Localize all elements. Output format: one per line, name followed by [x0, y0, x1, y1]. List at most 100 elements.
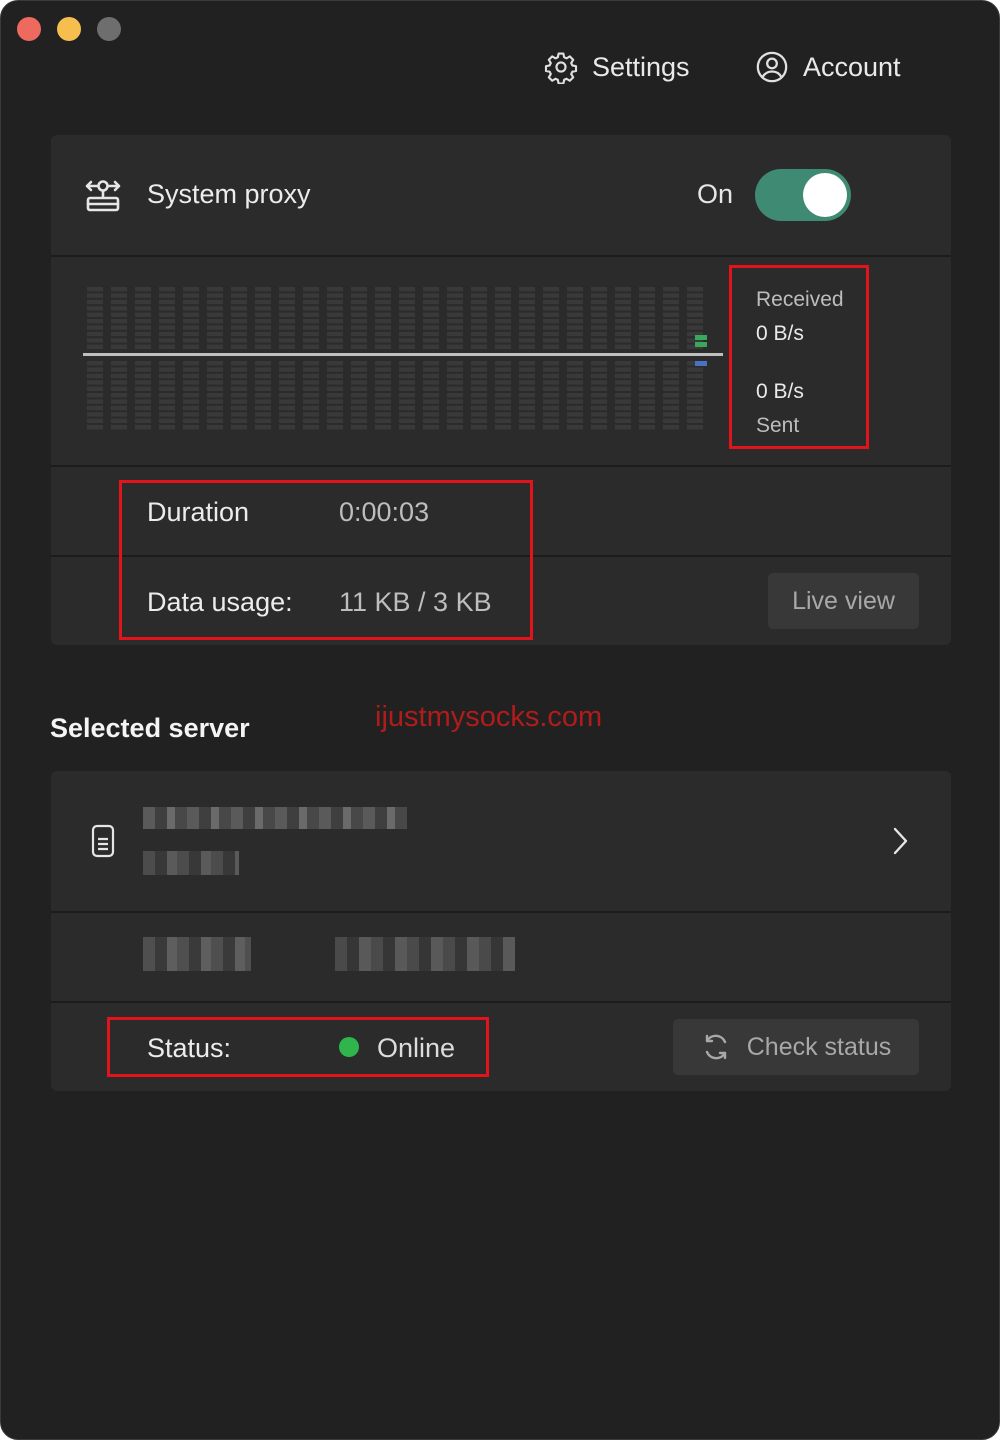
meter-cell — [447, 393, 463, 398]
meter-cell — [591, 425, 607, 430]
meter-cell — [615, 319, 631, 324]
meter-cell — [399, 312, 415, 317]
meter-cell — [615, 338, 631, 343]
meter-cell — [423, 325, 439, 330]
meter-cell — [183, 373, 199, 379]
meter-cell — [567, 361, 583, 366]
meter-cell — [519, 393, 535, 398]
meter-cell — [591, 393, 607, 398]
meter-cell — [663, 425, 679, 430]
proxy-state-label: On — [697, 179, 734, 209]
meter-activity-cell — [695, 361, 707, 366]
meter-cell — [87, 312, 103, 317]
meter-cell — [447, 380, 463, 385]
meter-cell — [279, 399, 295, 404]
meter-cell — [639, 361, 655, 366]
meter-cell — [255, 338, 271, 343]
meter-cell — [639, 293, 655, 298]
meter-cell — [567, 312, 583, 317]
meter-cell — [279, 287, 295, 292]
meter-cell — [663, 293, 679, 298]
meter-cell — [183, 361, 199, 366]
check-status-button[interactable]: Check status — [673, 1019, 919, 1075]
meter-cell — [543, 373, 559, 379]
meter-cell — [591, 306, 607, 311]
minimize-window-button[interactable] — [57, 17, 81, 41]
meter-cell — [591, 412, 607, 417]
system-proxy-toggle[interactable] — [755, 169, 851, 221]
meter-cell — [399, 425, 415, 430]
meter-cell — [543, 367, 559, 372]
meter-cell — [207, 386, 223, 391]
meter-cell — [375, 380, 391, 385]
meter-cell — [327, 380, 343, 385]
meter-cell — [495, 361, 511, 366]
meter-cell — [639, 373, 655, 379]
meter-cell — [279, 344, 295, 349]
meter-cell — [351, 418, 367, 423]
meter-cell — [639, 386, 655, 391]
meter-cell — [447, 367, 463, 372]
meter-cell — [231, 367, 247, 372]
meter-cell — [279, 393, 295, 398]
meter-cell — [183, 299, 199, 305]
meter-cell — [255, 405, 271, 411]
meter-cell — [687, 312, 703, 317]
divider — [51, 465, 951, 467]
meter-cell — [447, 306, 463, 311]
meter-cell — [615, 306, 631, 311]
meter-cell — [351, 425, 367, 430]
meter-cell — [567, 299, 583, 305]
meter-cell — [591, 319, 607, 324]
close-window-button[interactable] — [17, 17, 41, 41]
meter-cell — [135, 319, 151, 324]
meter-cell — [471, 293, 487, 298]
meter-cell — [471, 386, 487, 391]
meter-cell — [375, 319, 391, 324]
meter-cell — [471, 418, 487, 423]
meter-cell — [135, 331, 151, 337]
meter-cell — [687, 306, 703, 311]
meter-cell — [255, 293, 271, 298]
meter-cell — [423, 331, 439, 337]
meter-cell — [135, 380, 151, 385]
meter-cell — [231, 386, 247, 391]
meter-cell — [495, 418, 511, 423]
meter-cell — [423, 386, 439, 391]
meter-cell — [447, 299, 463, 305]
settings-nav[interactable]: Settings — [544, 47, 690, 87]
account-nav[interactable]: Account — [755, 47, 901, 87]
meter-cell — [471, 338, 487, 343]
meter-cell — [303, 325, 319, 330]
meter-cell — [375, 418, 391, 423]
meter-cell — [615, 393, 631, 398]
meter-cell — [135, 412, 151, 417]
meter-cell — [303, 306, 319, 311]
meter-cell — [495, 299, 511, 305]
meter-cell — [87, 325, 103, 330]
meter-cell — [159, 412, 175, 417]
zoom-window-button[interactable] — [97, 17, 121, 41]
meter-cell — [231, 331, 247, 337]
meter-cell — [255, 367, 271, 372]
meter-cell — [351, 380, 367, 385]
meter-cell — [327, 338, 343, 343]
meter-cell — [399, 386, 415, 391]
meter-cell — [471, 361, 487, 366]
meter-cell — [447, 425, 463, 430]
meter-cell — [159, 373, 175, 379]
meter-cell — [639, 344, 655, 349]
meter-cell — [279, 299, 295, 305]
meter-cell — [183, 287, 199, 292]
meter-cell — [255, 399, 271, 404]
meter-cell — [207, 361, 223, 366]
server-row[interactable] — [51, 771, 951, 911]
meter-cell — [255, 331, 271, 337]
meter-cell — [303, 418, 319, 423]
meter-cell — [423, 373, 439, 379]
meter-cell — [255, 319, 271, 324]
meter-cell — [135, 425, 151, 430]
meter-cell — [423, 344, 439, 349]
live-view-button[interactable]: Live view — [768, 573, 919, 629]
meter-cell — [87, 405, 103, 411]
